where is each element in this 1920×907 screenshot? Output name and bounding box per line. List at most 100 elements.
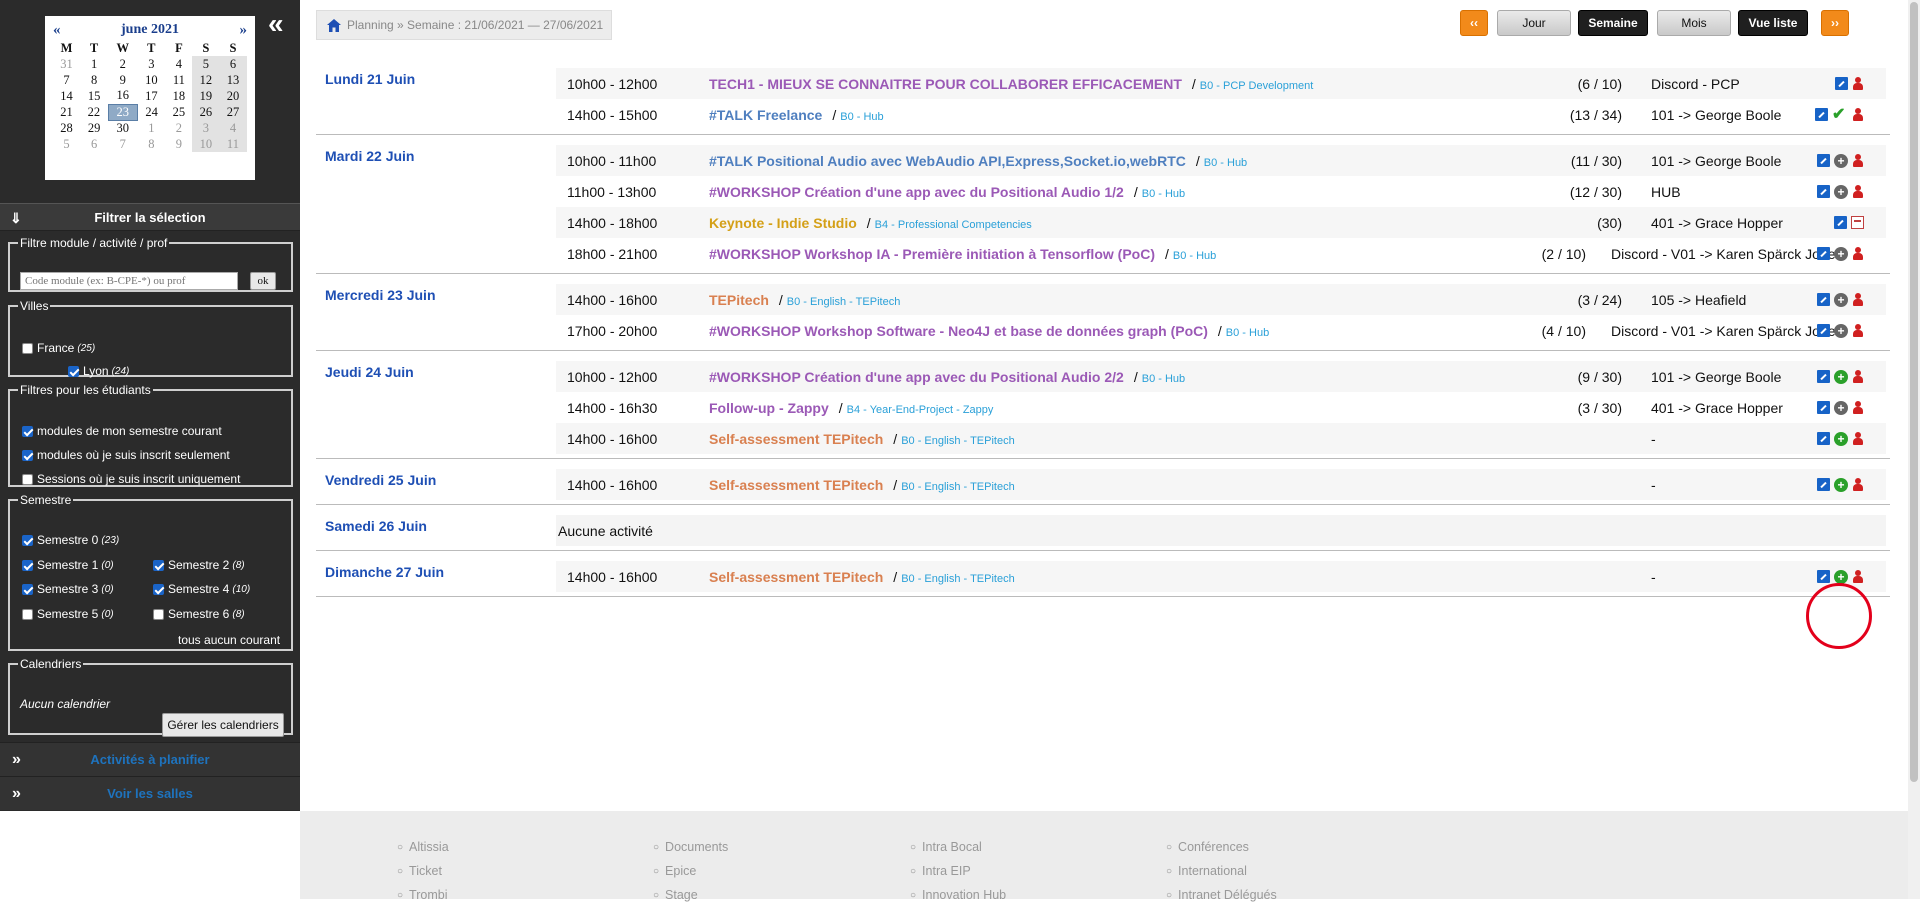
edit-icon[interactable]: [1817, 478, 1830, 491]
student-filter-1[interactable]: modules où je suis inscrit seulement: [22, 448, 230, 462]
event-module-link[interactable]: B4 - Year-End-Project - Zappy: [847, 404, 994, 416]
calendar-day[interactable]: 10: [137, 72, 165, 88]
user-icon[interactable]: [1852, 184, 1864, 199]
register-add-icon[interactable]: +: [1834, 431, 1848, 446]
filter-section-header[interactable]: ⇓ Filtrer la sélection: [0, 203, 300, 231]
event-module-link[interactable]: B0 - English - TEPitech: [901, 481, 1015, 493]
event-title-text[interactable]: Self-assessment TEPitech: [709, 477, 883, 493]
footer-link[interactable]: ○ Trombi: [397, 883, 449, 907]
edit-icon[interactable]: [1815, 108, 1828, 121]
user-icon[interactable]: [1852, 76, 1864, 91]
event-title[interactable]: Self-assessment TEPitech / B0 - English - …: [709, 569, 1015, 585]
semester-filter-3[interactable]: Semestre 3 (0): [22, 582, 114, 596]
module-filter-input[interactable]: [20, 272, 238, 290]
calendar-day[interactable]: 1: [80, 56, 108, 72]
calendar-day[interactable]: 14: [53, 88, 80, 104]
register-icon[interactable]: +: [1834, 184, 1848, 199]
event-module-link[interactable]: B0 - Hub: [840, 111, 883, 123]
event-title-text[interactable]: Self-assessment TEPitech: [709, 569, 883, 585]
event-title-text[interactable]: Self-assessment TEPitech: [709, 431, 883, 447]
semester-filter-0[interactable]: Semestre 0 (23): [22, 533, 119, 547]
calendar-icon[interactable]: [1851, 216, 1864, 229]
day-title[interactable]: Vendredi 25 Juin: [325, 472, 436, 488]
page-scrollbar[interactable]: [1908, 0, 1920, 899]
checkbox[interactable]: [22, 449, 33, 461]
event-module-link[interactable]: B0 - PCP Development: [1200, 80, 1314, 92]
edit-icon[interactable]: [1835, 77, 1848, 90]
calendar-day[interactable]: 2: [108, 56, 137, 72]
user-icon[interactable]: [1852, 246, 1864, 261]
calendar-day[interactable]: 6: [219, 56, 247, 72]
day-view-button[interactable]: Jour: [1497, 10, 1571, 36]
edit-icon[interactable]: [1817, 324, 1830, 337]
event-module-link[interactable]: B0 - Hub: [1226, 327, 1269, 339]
calendar-day[interactable]: 22: [80, 104, 108, 120]
calendar-day[interactable]: 10: [192, 136, 220, 152]
footer-link[interactable]: ○ Altissia: [397, 835, 449, 859]
event-title-text[interactable]: #WORKSHOP Workshop IA - Première initiat…: [709, 246, 1155, 262]
user-icon[interactable]: [1852, 323, 1864, 338]
calendar-day[interactable]: 11: [219, 136, 247, 152]
register-add-icon[interactable]: +: [1834, 477, 1848, 492]
semester-filter-6[interactable]: Semestre 6 (8): [153, 607, 245, 621]
event-title[interactable]: #WORKSHOP Workshop IA - Première initiat…: [709, 246, 1216, 262]
calendar-day[interactable]: 21: [53, 104, 80, 120]
footer-link[interactable]: ○ Intranet Délégués: [1166, 883, 1277, 907]
breadcrumb-text[interactable]: Planning » Semaine : 21/06/2021 — 27/06/…: [347, 18, 603, 32]
event-title[interactable]: Keynote - Indie Studio / B4 - Professional…: [709, 215, 1032, 231]
calendar-day[interactable]: 20: [219, 88, 247, 104]
calendar-day[interactable]: 7: [53, 72, 80, 88]
calendar-day[interactable]: 15: [80, 88, 108, 104]
calendar-day[interactable]: 6: [80, 136, 108, 152]
footer-link[interactable]: ○ Stage: [653, 883, 728, 907]
footer-link[interactable]: ○ Innovation Hub: [910, 883, 1006, 907]
calendar-day[interactable]: 28: [53, 120, 80, 136]
calendar-day[interactable]: 8: [80, 72, 108, 88]
student-filter-0[interactable]: modules de mon semestre courant: [22, 424, 222, 438]
calendar-day[interactable]: 5: [53, 136, 80, 152]
semester-filter-4[interactable]: Semestre 4 (10): [153, 582, 250, 596]
user-icon[interactable]: [1852, 153, 1864, 168]
calendar-prev-month[interactable]: «: [53, 22, 61, 39]
event-module-link[interactable]: B4 - Professional Competencies: [875, 219, 1032, 231]
manage-calendars-button[interactable]: Gérer les calendriers: [162, 713, 284, 737]
event-title[interactable]: Self-assessment TEPitech / B0 - English - …: [709, 477, 1015, 493]
event-title-text[interactable]: #TALK Freelance: [709, 107, 822, 123]
register-icon[interactable]: +: [1834, 292, 1848, 307]
event-title-text[interactable]: Keynote - Indie Studio: [709, 215, 857, 231]
event-title-text[interactable]: #WORKSHOP Création d'une app avec du Pos…: [709, 369, 1124, 385]
footer-link[interactable]: ○ Intra Bocal: [910, 835, 1006, 859]
calendar-day[interactable]: 25: [165, 104, 192, 120]
user-icon[interactable]: [1852, 400, 1864, 415]
calendar-day[interactable]: 3: [192, 120, 220, 136]
edit-icon[interactable]: [1834, 216, 1847, 229]
day-title[interactable]: Jeudi 24 Juin: [325, 364, 414, 380]
event-module-link[interactable]: B0 - English - TEPitech: [901, 435, 1015, 447]
week-view-button[interactable]: Semaine: [1578, 10, 1648, 36]
event-title[interactable]: TECH1 - MIEUX SE CONNAITRE POUR COLLABOR…: [709, 76, 1313, 92]
edit-icon[interactable]: [1817, 401, 1830, 414]
next-week-button[interactable]: ››: [1821, 10, 1849, 36]
checkbox[interactable]: [22, 534, 33, 546]
day-title[interactable]: Samedi 26 Juin: [325, 518, 427, 534]
list-view-button[interactable]: Vue liste: [1738, 10, 1808, 36]
calendar-day[interactable]: 3: [137, 56, 165, 72]
register-icon[interactable]: +: [1834, 323, 1848, 338]
semester-filter-5[interactable]: Semestre 5 (0): [22, 607, 114, 621]
user-icon[interactable]: [1852, 107, 1864, 122]
calendar-day[interactable]: 2: [165, 120, 192, 136]
footer-link[interactable]: ○ International: [1166, 859, 1277, 883]
event-title-text[interactable]: TECH1 - MIEUX SE CONNAITRE POUR COLLABOR…: [709, 76, 1182, 92]
event-title[interactable]: #TALK Positional Audio avec WebAudio API…: [709, 153, 1247, 169]
checkbox[interactable]: [22, 559, 33, 571]
collapse-sidebar-icon[interactable]: «: [268, 10, 283, 38]
event-module-link[interactable]: B0 - Hub: [1142, 373, 1185, 385]
calendar-next-month[interactable]: »: [239, 22, 247, 39]
day-title[interactable]: Mercredi 23 Juin: [325, 287, 436, 303]
calendar-day[interactable]: 27: [219, 104, 247, 120]
checkbox[interactable]: [22, 608, 33, 620]
event-title[interactable]: TEPitech / B0 - English - TEPitech: [709, 292, 900, 308]
checkbox[interactable]: [153, 608, 164, 620]
student-filter-2[interactable]: Sessions où je suis inscrit uniquement: [22, 472, 240, 486]
calendar-day[interactable]: 4: [165, 56, 192, 72]
